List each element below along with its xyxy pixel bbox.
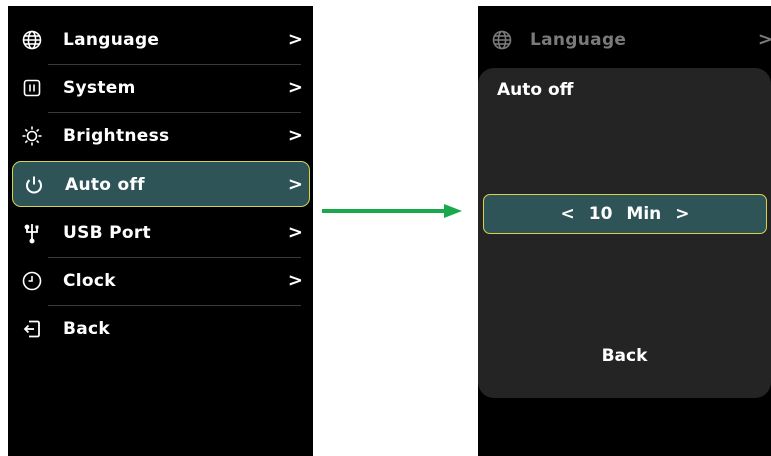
menu-item-clock[interactable]: Clock > bbox=[8, 258, 313, 304]
menu-item-language[interactable]: Language > bbox=[478, 17, 771, 63]
sun-icon bbox=[20, 124, 44, 148]
chevron-right-icon: > bbox=[757, 29, 771, 50]
system-icon bbox=[20, 76, 44, 100]
decrement-arrow-icon[interactable]: < bbox=[560, 204, 574, 224]
auto-off-value-selector[interactable]: < 10 Min > bbox=[483, 194, 767, 234]
chevron-right-icon: > bbox=[287, 29, 303, 50]
menu-item-label: USB Port bbox=[63, 223, 151, 243]
menu-item-brightness[interactable]: Brightness > bbox=[8, 113, 313, 159]
menu-item-auto-off[interactable]: Auto off > bbox=[12, 161, 310, 207]
settings-menu-screen: Language > System > Brightness > Auto of… bbox=[8, 6, 313, 456]
usb-icon bbox=[20, 221, 44, 245]
dialog-title: Auto off bbox=[497, 80, 574, 100]
menu-item-usb-port[interactable]: USB Port > bbox=[8, 210, 313, 256]
chevron-right-icon: > bbox=[287, 125, 303, 146]
menu-item-label: Auto off bbox=[65, 175, 145, 195]
menu-item-system[interactable]: System > bbox=[8, 65, 313, 111]
increment-arrow-icon[interactable]: > bbox=[675, 204, 689, 224]
chevron-right-icon: > bbox=[287, 270, 303, 291]
auto-off-unit: Min bbox=[626, 204, 662, 224]
chevron-right-icon: > bbox=[287, 174, 303, 195]
auto-off-dialog: Auto off < 10 Min > Back bbox=[478, 68, 771, 398]
menu-item-label: Language bbox=[530, 30, 627, 50]
menu-item-label: Clock bbox=[63, 271, 116, 291]
menu-item-label: Language bbox=[63, 30, 160, 50]
menu-item-back[interactable]: Back bbox=[8, 306, 313, 352]
menu-item-label: Back bbox=[63, 319, 111, 339]
back-button[interactable]: Back bbox=[478, 346, 771, 366]
menu-item-label: Brightness bbox=[63, 126, 170, 146]
globe-icon bbox=[490, 28, 514, 52]
chevron-right-icon: > bbox=[287, 222, 303, 243]
power-icon bbox=[22, 173, 46, 197]
exit-icon bbox=[20, 317, 44, 341]
globe-icon bbox=[20, 28, 44, 52]
chevron-right-icon: > bbox=[287, 77, 303, 98]
menu-item-label: System bbox=[63, 78, 136, 98]
menu-item-language[interactable]: Language > bbox=[8, 17, 313, 63]
auto-off-screen: Language > Auto off < 10 Min > Back bbox=[478, 6, 771, 456]
clock-icon bbox=[20, 269, 44, 293]
auto-off-value: 10 bbox=[588, 204, 613, 224]
transition-arrow-icon bbox=[322, 204, 462, 218]
